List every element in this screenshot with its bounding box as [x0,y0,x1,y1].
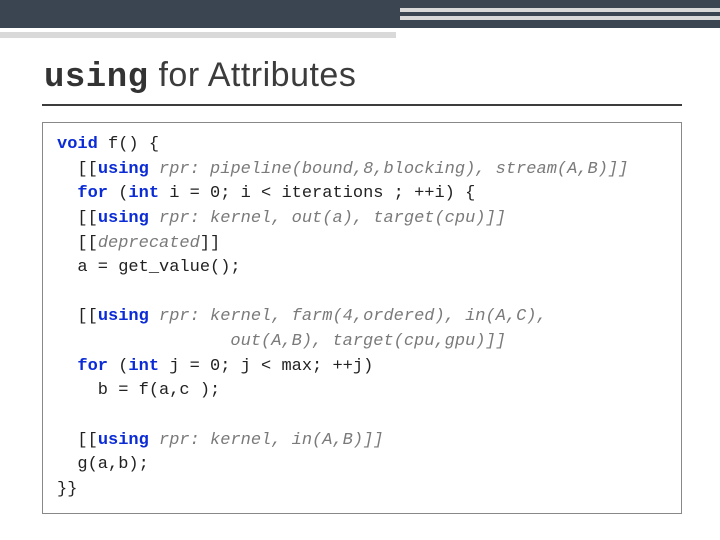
code-token: b = f(a,c ); [57,381,220,400]
slide: using for Attributes void f() { [[using … [0,0,720,540]
code-token: using [98,209,149,228]
code-token: void [57,135,98,154]
code-token: rpr: pipeline(bound,8,blocking), stream(… [149,160,628,179]
code-token: int [128,184,159,203]
title-rest: for Attributes [149,56,357,94]
code-token: out(A,B), target(cpu,gpu)]] [57,332,506,351]
code-token: j = 0; j < max; ++j) [159,357,373,376]
slide-title: using for Attributes [44,56,356,97]
code-token: [[ [57,431,98,450]
title-underline [42,104,682,106]
code-token: for [77,357,108,376]
code-token: [[ [57,160,98,179]
code-token: using [98,160,149,179]
code-token: rpr: kernel, out(a), target(cpu)]] [149,209,506,228]
code-token: using [98,307,149,326]
code-token: f() { [98,135,159,154]
code-token [57,357,77,376]
code-token [57,184,77,203]
code-token: ( [108,184,128,203]
code-token: a = get_value(); [57,258,241,277]
code-token: deprecated [98,234,200,253]
header-accent-line [0,32,720,38]
code-token: using [98,431,149,450]
code-token: for [77,184,108,203]
code-token: ]] [200,234,220,253]
title-keyword: using [44,59,149,97]
code-block: void f() { [[using rpr: pipeline(bound,8… [42,122,682,514]
code-token: ( [108,357,128,376]
header-bar [0,0,720,28]
code-token: rpr: kernel, farm(4,ordered), in(A,C), [149,307,547,326]
code-token: rpr: kernel, in(A,B)]] [149,431,384,450]
code-token: g(a,b); [57,455,149,474]
code-token: }} [57,480,77,499]
code-token: [[ [57,307,98,326]
code-token: int [128,357,159,376]
code-token: i = 0; i < iterations ; ++i) { [159,184,475,203]
code-token: [[ [57,234,98,253]
code-token: [[ [57,209,98,228]
